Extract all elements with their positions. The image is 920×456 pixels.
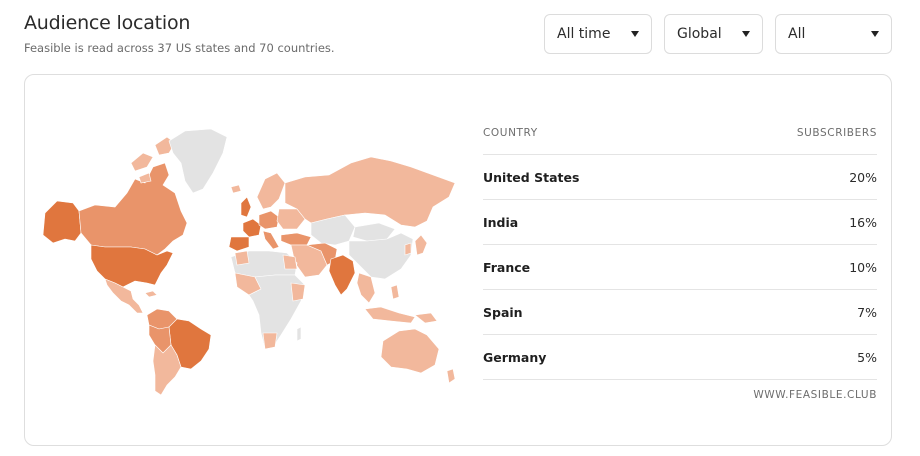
subscriber-share: 5% xyxy=(857,349,877,365)
country-name: Spain xyxy=(483,304,523,320)
map-region-united-kingdom[interactable] xyxy=(240,196,252,218)
column-header-country[interactable]: COUNTRY xyxy=(483,127,538,139)
map-region-new-guinea[interactable] xyxy=(414,312,438,324)
country-name: France xyxy=(483,259,531,275)
table-row: Germany 5% xyxy=(483,335,877,380)
source-link[interactable]: WWW.FEASIBLE.CLUB xyxy=(483,389,877,401)
map-region-italy[interactable] xyxy=(262,230,280,250)
caret-down-icon xyxy=(742,31,750,37)
table-row: India 16% xyxy=(483,200,877,245)
subscriber-share: 10% xyxy=(849,259,877,275)
table-row: France 10% xyxy=(483,245,877,290)
map-region-morocco[interactable] xyxy=(234,250,250,266)
time-range-value: All time xyxy=(557,26,611,42)
audience-location-card: COUNTRY SUBSCRIBERS United States 20% In… xyxy=(24,74,892,446)
table-row: United States 20% xyxy=(483,155,877,200)
table-header: COUNTRY SUBSCRIBERS xyxy=(483,111,877,155)
map-region-southeast-asia[interactable] xyxy=(356,272,376,304)
region-value: Global xyxy=(677,26,722,42)
country-table: COUNTRY SUBSCRIBERS United States 20% In… xyxy=(483,111,877,401)
map-region-scandinavia[interactable] xyxy=(256,172,286,210)
map-region-canada[interactable] xyxy=(78,162,188,256)
map-region-south-africa[interactable] xyxy=(262,332,278,350)
caret-down-icon xyxy=(631,31,639,37)
subscriber-share: 20% xyxy=(849,169,877,185)
map-region-australia[interactable] xyxy=(380,328,440,374)
map-region-india[interactable] xyxy=(328,254,356,296)
subscriber-share: 16% xyxy=(849,214,877,230)
table-row: Spain 7% xyxy=(483,290,877,335)
map-region-egypt[interactable] xyxy=(282,254,298,270)
segment-dropdown[interactable]: All xyxy=(775,14,892,54)
world-map[interactable] xyxy=(35,123,459,399)
country-name: Germany xyxy=(483,349,547,365)
page-subtitle: Feasible is read across 37 US states and… xyxy=(24,41,335,55)
map-region-turkey[interactable] xyxy=(280,232,312,246)
map-region-france[interactable] xyxy=(242,218,262,238)
map-region-caribbean[interactable] xyxy=(144,290,158,298)
page-title: Audience location xyxy=(24,12,191,34)
column-header-subscribers[interactable]: SUBSCRIBERS xyxy=(797,127,877,139)
region-dropdown[interactable]: Global xyxy=(664,14,763,54)
map-region-germany[interactable] xyxy=(258,210,280,230)
map-region-china[interactable] xyxy=(348,232,414,280)
time-range-dropdown[interactable]: All time xyxy=(544,14,652,54)
caret-down-icon xyxy=(871,31,879,37)
country-name: United States xyxy=(483,169,580,185)
map-region-madagascar[interactable] xyxy=(296,326,302,342)
map-region-greenland[interactable] xyxy=(168,128,228,194)
subscriber-share: 7% xyxy=(857,304,877,320)
map-region-new-zealand[interactable] xyxy=(446,368,456,384)
map-region-iceland[interactable] xyxy=(230,184,242,194)
map-region-russia[interactable] xyxy=(284,156,456,228)
country-name: India xyxy=(483,214,519,230)
map-region-alaska[interactable] xyxy=(42,200,82,244)
map-region-east-africa[interactable] xyxy=(290,282,306,302)
map-region-spain[interactable] xyxy=(228,236,250,252)
segment-value: All xyxy=(788,26,806,42)
